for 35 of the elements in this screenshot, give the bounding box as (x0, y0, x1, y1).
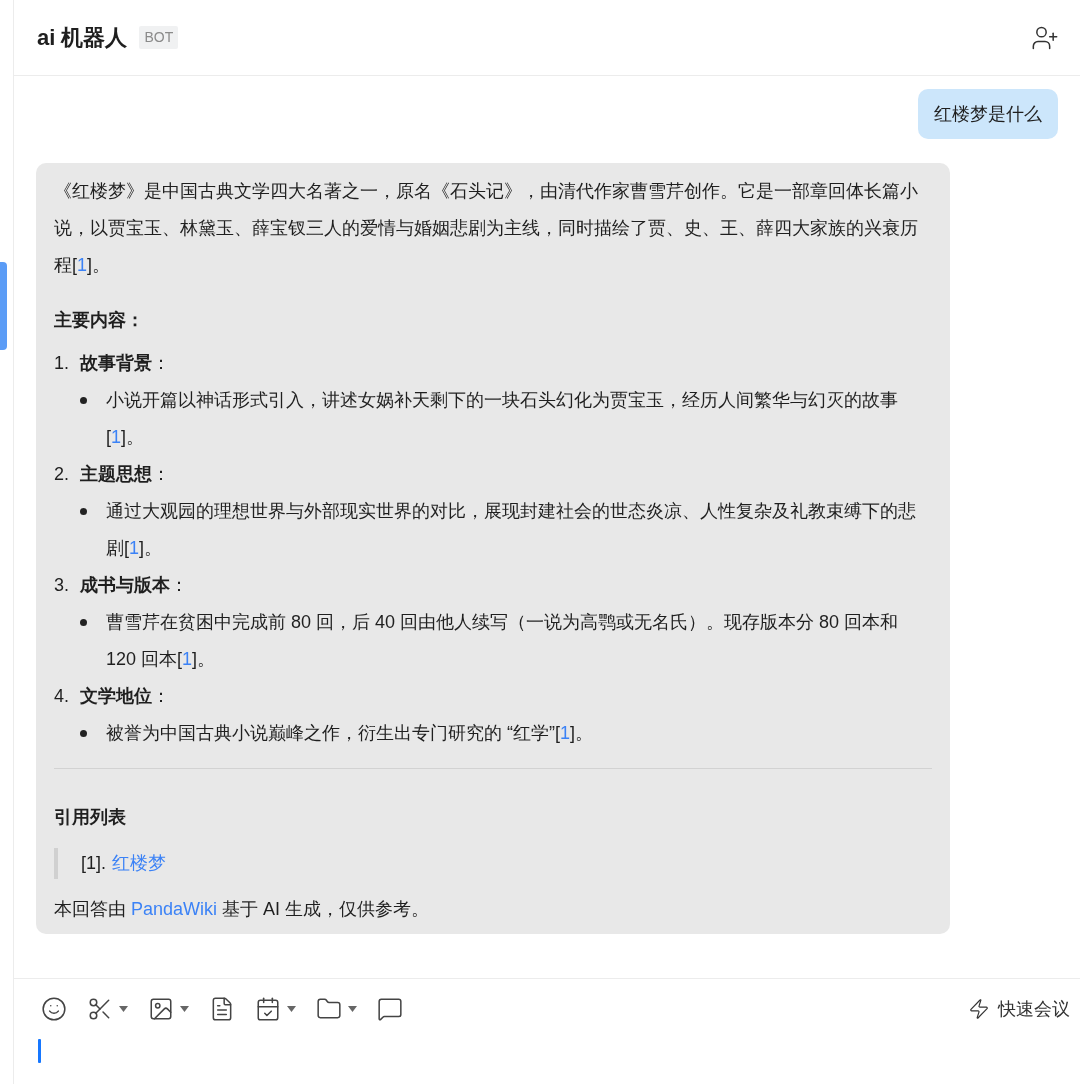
list-number: 4. (54, 685, 70, 708)
answer-paragraph: 《红楼梦》是中国古典文学四大名著之一，原名《石头记》，由清代作家曹雪芹创作。它是一部章回体长篇小说，以贾宝玉、林黛玉、薛宝钗三人的爱情与婚姻悲剧为主线，同时描绘了贾、史、王、薛四大家族的兴衰历程[1]。 (54, 180, 919, 277)
list-text: 小说开篇以神话形式引入，讲述女娲补天剩下的一块石头幻化为贾宝玉，经历人间繁华与幻灭的故事[1]。 (106, 389, 899, 449)
calendar-check-icon[interactable] (255, 996, 281, 1022)
list-number: 2. (54, 463, 70, 486)
list-number: 3. (54, 574, 70, 597)
reference-number: [1]. (81, 852, 106, 875)
bot-badge: BOT (139, 26, 179, 49)
caret-icon[interactable] (180, 1006, 189, 1012)
disclaimer-text: 本回答由 PandaWiki 基于 AI 生成，仅供参考。 (54, 898, 431, 921)
caret-icon[interactable] (287, 1006, 296, 1012)
list-number: 1. (54, 352, 70, 375)
user-message: 红楼梦是什么 (918, 89, 1058, 139)
citation-link[interactable]: 1 (560, 723, 570, 743)
quick-meeting-button[interactable]: 快速会议 (968, 995, 1070, 1023)
list-heading: 故事背景： (80, 352, 170, 375)
list-heading: 文学地位： (80, 685, 170, 708)
list-text: 被誉为中国古典小说巅峰之作，衍生出专门研究的 “红学”[1]。 (106, 722, 594, 745)
lightning-icon (968, 998, 990, 1020)
reference-link[interactable]: 红楼梦 (112, 848, 166, 879)
citation-link[interactable]: 1 (77, 255, 88, 275)
list-text: 曹雪芹在贫困中完成前 80 回，后 40 回由他人续写（一说为高鹗或无名氏）。现存版本分 80 回本和 120 回本[1]。 (106, 611, 900, 671)
image-icon[interactable] (148, 996, 174, 1022)
citation-link[interactable]: 1 (129, 538, 140, 558)
references-heading: 引用列表 (54, 806, 127, 829)
section-heading: 主要内容： (54, 309, 145, 332)
caret-icon[interactable] (348, 1006, 357, 1012)
citation-link[interactable]: 1 (111, 427, 122, 447)
list-heading: 成书与版本： (80, 574, 188, 597)
pandawiki-link[interactable]: PandaWiki (131, 899, 218, 919)
list-heading: 主题思想： (80, 463, 170, 486)
list-text: 通过大观园的理想世界与外部现实世界的对比，展现封建社会的世态炎凉、人性复杂及礼教束缚下的悲剧[1]。 (106, 500, 917, 560)
citation-link[interactable]: 1 (182, 649, 193, 669)
caret-icon[interactable] (119, 1006, 128, 1012)
chat-title: ai 机器人 (37, 24, 128, 52)
